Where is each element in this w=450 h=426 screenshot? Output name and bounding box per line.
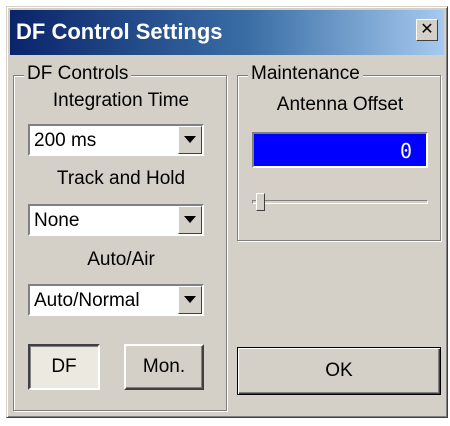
df-controls-group: DF Controls Integration Time 200 ms Trac… [13, 63, 227, 411]
antenna-offset-slider-track[interactable] [252, 200, 428, 204]
window-title: DF Control Settings [16, 19, 223, 44]
df-controls-group-label: DF Controls [24, 63, 132, 85]
antenna-offset-slider-thumb[interactable] [256, 193, 265, 211]
maintenance-group-label: Maintenance [248, 63, 363, 85]
chevron-down-icon[interactable] [178, 206, 202, 234]
auto-air-label: Auto/Air [87, 249, 155, 270]
df-button[interactable]: DF [28, 344, 100, 390]
mon-button[interactable]: Mon. [124, 344, 204, 390]
antenna-offset-value: 0 [399, 139, 412, 163]
integration-time-select[interactable]: 200 ms [28, 124, 204, 156]
dialog-window: DF Control Settings ✕ DF Controls Integr… [6, 6, 448, 418]
chevron-down-icon[interactable] [178, 286, 202, 314]
track-and-hold-select[interactable]: None [28, 204, 204, 236]
track-and-hold-label: Track and Hold [56, 168, 186, 189]
track-and-hold-value: None [34, 210, 80, 231]
ok-button[interactable]: OK [237, 347, 441, 395]
maintenance-group: Maintenance Antenna Offset 0 [237, 63, 441, 241]
close-button[interactable]: ✕ [416, 19, 438, 41]
title-bar[interactable]: DF Control Settings ✕ [10, 10, 444, 55]
chevron-down-icon[interactable] [178, 126, 202, 154]
auto-air-select[interactable]: Auto/Normal [28, 284, 204, 316]
integration-time-label: Integration Time [52, 90, 190, 111]
integration-time-value: 200 ms [34, 130, 97, 151]
antenna-offset-label: Antenna Offset [276, 94, 404, 115]
close-icon: ✕ [420, 21, 434, 38]
antenna-offset-display: 0 [252, 132, 428, 168]
auto-air-value: Auto/Normal [34, 290, 140, 311]
